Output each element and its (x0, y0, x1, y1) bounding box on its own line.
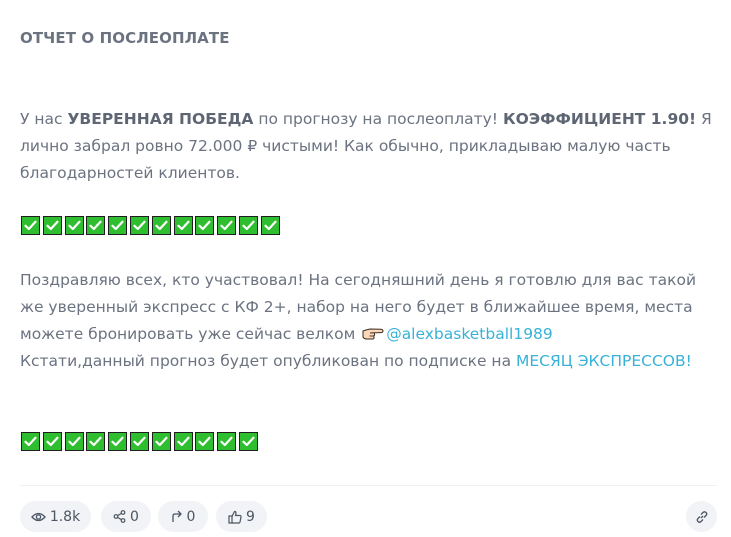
white-heavy-check-mark-icon (151, 216, 171, 235)
white-heavy-check-mark-icon (21, 432, 40, 451)
share-icon (113, 510, 126, 523)
link-icon (696, 510, 707, 523)
reposts-count: 0 (186, 508, 196, 525)
subscription-link[interactable]: МЕСЯЦ ЭКСПРЕССОВ! (516, 352, 692, 370)
white-heavy-check-mark-icon (86, 432, 106, 451)
white-heavy-check-mark-icon (42, 216, 62, 235)
white-heavy-check-mark-icon (173, 216, 193, 235)
shares-count: 0 (130, 508, 139, 525)
white-heavy-check-mark-icon (260, 216, 280, 235)
share-button[interactable]: 0 (101, 501, 151, 532)
pointing-right-hand-icon (362, 328, 384, 340)
white-heavy-check-mark-icon (21, 216, 40, 235)
copy-link-button[interactable] (686, 501, 717, 532)
divider (20, 485, 717, 486)
white-heavy-check-mark-icon (129, 432, 149, 451)
white-heavy-check-mark-icon (86, 216, 106, 235)
white-heavy-check-mark-icon (238, 216, 258, 235)
thumbs-up-icon (228, 510, 242, 524)
check-emoji-row (21, 216, 280, 238)
post-paragraph-result: У нас УВЕРЕННАЯ ПОБЕДА по прогнозу на по… (20, 106, 720, 187)
white-heavy-check-mark-icon (195, 432, 215, 451)
post-paragraph-announcement: Поздравляю всех, кто участвовал! На сего… (20, 267, 720, 375)
mention-link[interactable]: @alexbasketball1989 (386, 325, 553, 343)
text: Кстати,данный прогноз будет опубликован … (20, 352, 516, 370)
white-heavy-check-mark-icon (108, 432, 128, 451)
white-heavy-check-mark-icon (151, 432, 171, 451)
eye-icon (30, 512, 46, 521)
text: Поздравляю всех, кто участвовал! На сего… (20, 271, 697, 343)
text: по прогнозу на послеоплату! (253, 110, 503, 128)
bold-text: КОЭФФИЦИЕНТ 1.90! (502, 110, 697, 128)
bold-text: УВЕРЕННАЯ ПОБЕДА (67, 110, 254, 128)
white-heavy-check-mark-icon (217, 432, 237, 451)
check-emoji-row (21, 432, 258, 454)
white-heavy-check-mark-icon (173, 432, 193, 451)
white-heavy-check-mark-icon (217, 216, 237, 235)
likes-count: 9 (246, 508, 255, 525)
like-button[interactable]: 9 (216, 501, 267, 532)
white-heavy-check-mark-icon (64, 216, 84, 235)
white-heavy-check-mark-icon (195, 216, 215, 235)
white-heavy-check-mark-icon (42, 432, 62, 451)
views-count: 1.8k (49, 508, 81, 525)
white-heavy-check-mark-icon (129, 216, 149, 235)
white-heavy-check-mark-icon (108, 216, 128, 235)
repost-button[interactable]: 0 (158, 501, 208, 532)
forward-arrow-icon (171, 510, 182, 522)
post-title: ОТЧЕТ О ПОСЛЕОПЛАТЕ (20, 29, 230, 47)
text: У нас (20, 110, 68, 128)
white-heavy-check-mark-icon (64, 432, 84, 451)
views-counter: 1.8k (20, 501, 91, 532)
white-heavy-check-mark-icon (238, 432, 258, 451)
